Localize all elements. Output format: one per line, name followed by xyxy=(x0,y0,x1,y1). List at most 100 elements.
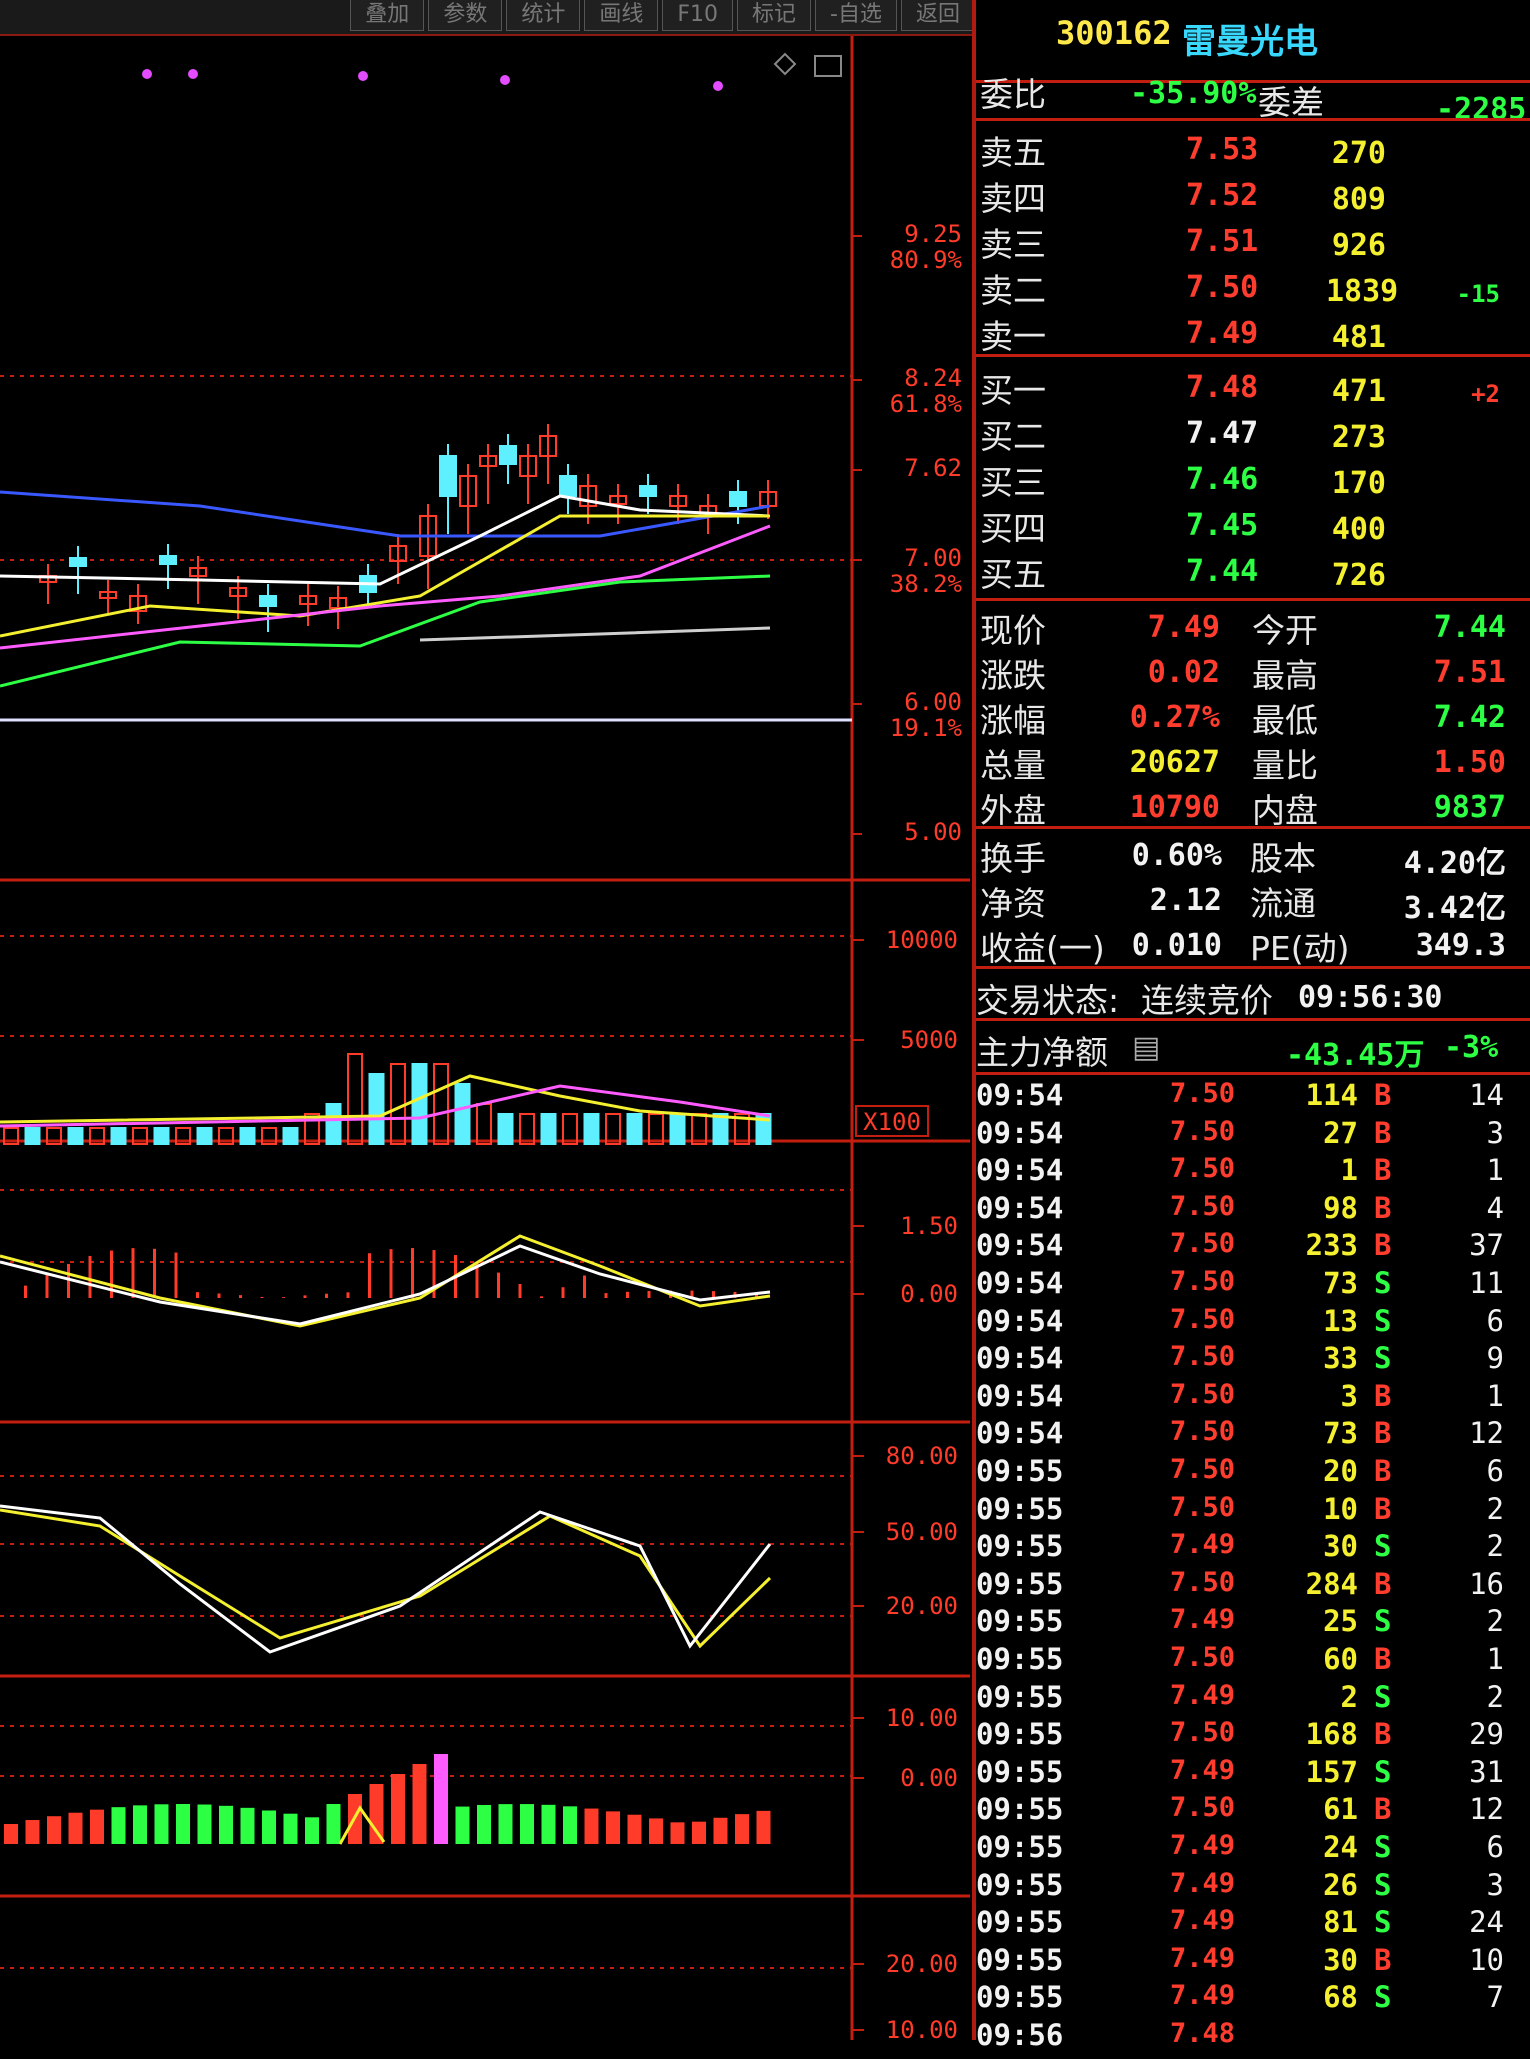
tick-row: 09:55 7.49 81 S 24 xyxy=(976,1905,1530,1946)
axis-percent-label: 19.1% xyxy=(890,714,963,742)
list-icon[interactable]: ▤ xyxy=(1132,1030,1160,1065)
tick-direction: B xyxy=(1374,1717,1392,1752)
tick-volume: 73 xyxy=(1323,1416,1358,1451)
tick-volume: 33 xyxy=(1323,1341,1358,1376)
tick-row: 09:54 7.50 73 S 11 xyxy=(976,1266,1530,1307)
stat-value: 1.50 xyxy=(1433,745,1506,780)
tick-price: 7.50 xyxy=(1170,1341,1236,1373)
tick-row: 09:54 7.50 33 S 9 xyxy=(976,1341,1530,1382)
tick-row: 09:55 7.50 20 B 6 xyxy=(976,1454,1530,1495)
tick-volume: 157 xyxy=(1305,1754,1358,1789)
tick-count: 2 xyxy=(1486,1529,1504,1564)
tick-direction: B xyxy=(1374,1228,1392,1263)
indicator-bar xyxy=(627,1814,642,1844)
indicator-bar xyxy=(133,1805,147,1844)
toolbar-stats-button[interactable]: 统计 xyxy=(506,0,581,31)
tick-count: 12 xyxy=(1469,1416,1504,1451)
tick-row: 09:55 7.49 157 S 31 xyxy=(976,1755,1530,1796)
ask-price: 7.53 xyxy=(1186,132,1259,167)
tick-price: 7.50 xyxy=(1170,1303,1236,1335)
tick-time: 09:54 xyxy=(976,1078,1064,1112)
macd-axis-label: 1.50 xyxy=(900,1212,958,1240)
tick-time: 09:54 xyxy=(976,1378,1064,1413)
volume-unit-label: X100 xyxy=(863,1108,921,1136)
kdj-axis-label: 20.00 xyxy=(886,1592,958,1620)
bid-price: 7.48 xyxy=(1186,370,1259,405)
indicator-bar xyxy=(4,1824,18,1844)
volume-bar xyxy=(411,1063,428,1145)
tick-price: 7.49 xyxy=(1170,1980,1236,2012)
volume-bar xyxy=(368,1073,385,1145)
tick-price: 7.50 xyxy=(1170,1792,1236,1824)
toolbar-overlay-button[interactable]: 叠加 xyxy=(350,0,425,31)
indicator-bar xyxy=(326,1804,341,1844)
tick-direction: S xyxy=(1374,1830,1392,1864)
kline-chart-area[interactable]: 9.25 80.9% 8.24 61.8% 7.62 7.00 38.2% 6.00 19.1%… xyxy=(0,36,970,2040)
volume-bar xyxy=(153,1127,170,1145)
volume-bar xyxy=(67,1127,84,1145)
tick-row: 09:54 7.50 73 B 12 xyxy=(976,1416,1530,1457)
toolbar-f10-button[interactable]: F10 xyxy=(662,0,734,31)
tick-count: 6 xyxy=(1486,1454,1504,1488)
tick-volume: 168 xyxy=(1305,1717,1358,1752)
tick-row: 09:54 7.50 27 B 3 xyxy=(976,1116,1530,1157)
order-ratio-label: 委比 xyxy=(980,75,1046,114)
kdj-axis-label: 80.00 xyxy=(886,1442,958,1470)
toolbar-watchlist-button[interactable]: -自选 xyxy=(815,0,897,31)
tick-time: 09:55 xyxy=(976,1867,1064,1902)
ask-price: 7.50 xyxy=(1186,270,1259,305)
axis-percent-label: 80.9% xyxy=(890,246,963,274)
tick-count: 9 xyxy=(1486,1341,1504,1376)
fund-label: 收益(一) xyxy=(980,929,1105,968)
fund-label: 净资 xyxy=(980,884,1046,923)
tick-count: 3 xyxy=(1486,1115,1504,1150)
toolbar-params-button[interactable]: 参数 xyxy=(428,0,503,31)
tick-time: 09:55 xyxy=(976,1905,1064,1940)
indicator-axis-label: 20.00 xyxy=(886,1950,958,1978)
tick-row: 09:55 7.50 284 B 16 xyxy=(976,1567,1530,1608)
indicator-bar xyxy=(606,1811,620,1844)
ask-volume: 270 xyxy=(1331,136,1386,171)
indicator-bar xyxy=(541,1804,556,1844)
volume-bar xyxy=(110,1127,127,1145)
stat-value: 0.27% xyxy=(1129,700,1220,735)
indicator-bar xyxy=(434,1754,448,1844)
volume-bar xyxy=(540,1113,557,1145)
bid-price: 7.47 xyxy=(1186,416,1259,451)
toolbar-draw-button[interactable]: 画线 xyxy=(584,0,659,31)
toolbar-mark-button[interactable]: 标记 xyxy=(737,0,812,31)
toolbar-back-button[interactable]: 返回 xyxy=(900,0,975,31)
indicator-axis-label: 10.00 xyxy=(886,2016,958,2040)
tick-price: 7.50 xyxy=(1170,1416,1236,1448)
indicator-bar xyxy=(735,1814,749,1844)
axis-percent-label: 38.2% xyxy=(890,570,963,598)
stock-name: 雷曼光电 xyxy=(1182,22,1318,62)
main-net-label[interactable]: 主力净额 xyxy=(976,1026,1108,1074)
bid-price: 7.44 xyxy=(1186,554,1259,589)
tick-volume: 114 xyxy=(1305,1078,1358,1112)
indicator-bar xyxy=(498,1804,513,1844)
axis-value-label: 6.00 xyxy=(904,688,962,716)
stat-label: 量比 xyxy=(1252,746,1318,785)
moving-average-lines xyxy=(0,490,771,688)
volume-bar xyxy=(669,1113,686,1145)
indicator-bar xyxy=(584,1808,599,1844)
tick-count: 1 xyxy=(1486,1153,1504,1188)
tick-price: 7.50 xyxy=(1170,1115,1236,1147)
tick-price: 7.50 xyxy=(1170,1642,1236,1673)
candle-body xyxy=(159,555,177,565)
tick-volume: 27 xyxy=(1323,1115,1358,1150)
ask-level-label: 卖四 xyxy=(980,179,1046,218)
tick-row: 09:55 7.50 60 B 1 xyxy=(976,1642,1530,1683)
tick-direction: B xyxy=(1374,1942,1392,1977)
tick-count: 10 xyxy=(1469,1942,1504,1977)
tick-time: 09:55 xyxy=(976,1491,1064,1526)
tick-price: 7.50 xyxy=(1170,1566,1236,1598)
tick-row: 09:54 7.50 1 B 1 xyxy=(976,1153,1530,1194)
axis-value-label: 8.24 xyxy=(904,364,962,392)
diamond-icon xyxy=(773,52,797,76)
tick-time: 09:55 xyxy=(976,1717,1064,1752)
ask-change: -15 xyxy=(1456,280,1500,308)
volume-axis-label: 5000 xyxy=(900,1026,958,1054)
ask-level-label: 卖一 xyxy=(980,317,1046,356)
